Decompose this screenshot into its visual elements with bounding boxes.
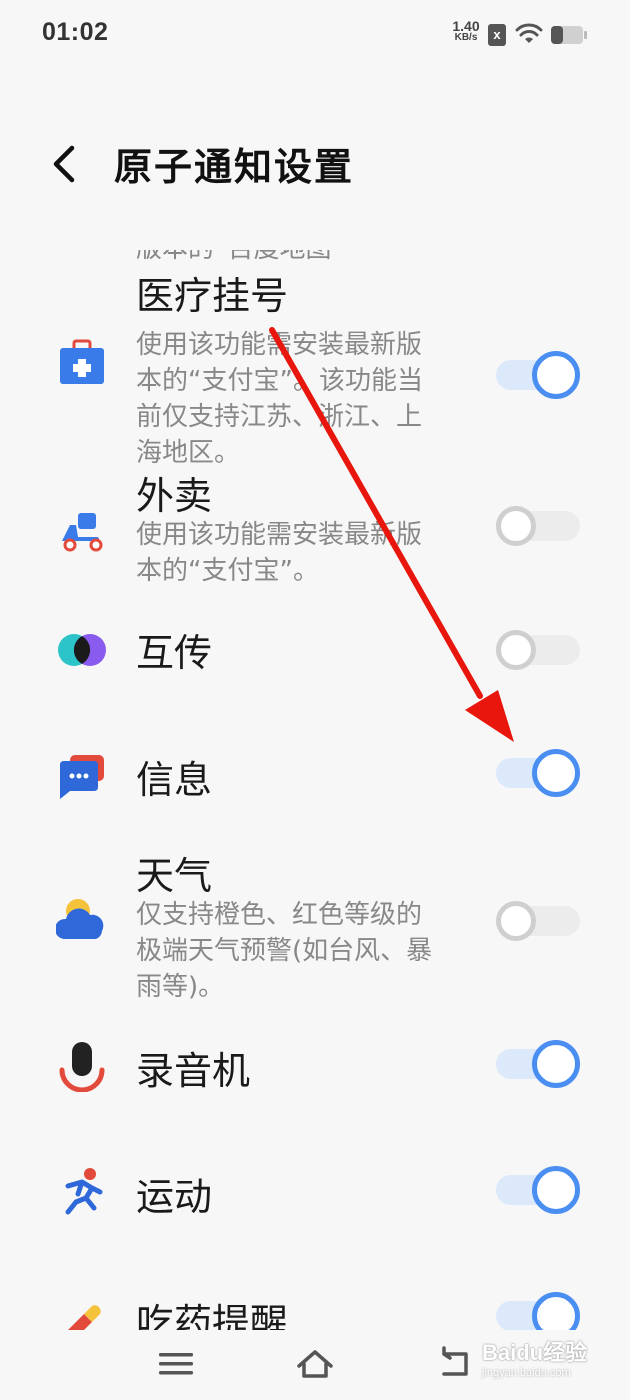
network-speed: 1.40 KB/s	[446, 18, 486, 44]
item-description: 使用该功能需安装最新版本的“支付宝”。	[136, 520, 423, 586]
list-item-weather: 天气 仅支持橙色、红色等级的极端天气预警(如台风、暴雨等)。	[0, 845, 630, 1005]
list-item-recorder: 录音机	[0, 1038, 630, 1098]
medicine-toggle[interactable]	[496, 1292, 580, 1330]
delivery-scooter-icon	[62, 513, 103, 552]
menu-icon[interactable]	[156, 1344, 196, 1384]
toggle-knob	[532, 351, 580, 399]
item-title: 录音机	[136, 1049, 251, 1093]
clipped-description: 版本的“百度地图”	[136, 250, 345, 265]
share-circles-icon	[58, 634, 106, 666]
wifi-icon	[515, 23, 543, 43]
chevron-left-icon[interactable]	[44, 142, 84, 186]
watermark-site: jingyan.baidu.com	[482, 1367, 571, 1379]
no-sim-badge: x	[493, 27, 501, 42]
list-item-share: 互传	[0, 620, 630, 680]
item-title: 运动	[136, 1175, 213, 1219]
list-item-takeout: 外卖 使用该功能需安装最新版本的“支付宝”。	[0, 465, 630, 590]
toggle-knob	[532, 1040, 580, 1088]
takeout-toggle[interactable]	[496, 502, 580, 550]
toggle-knob	[496, 630, 536, 670]
sports-toggle[interactable]	[496, 1166, 580, 1214]
item-title: 互传	[136, 631, 213, 675]
item-description: 仅支持橙色、红色等级的极端天气预警(如台风、暴雨等)。	[136, 900, 433, 1002]
list-item-messages: 信息	[0, 747, 630, 807]
toggle-knob	[496, 901, 536, 941]
toggle-knob	[532, 1166, 580, 1214]
battery-icon	[551, 26, 587, 44]
pill-icon	[68, 1305, 101, 1330]
status-bar: 01:02 1.40 KB/s x	[0, 0, 630, 70]
weather-cloud-icon	[56, 899, 104, 939]
weather-toggle[interactable]	[496, 897, 580, 945]
toggle-knob	[532, 1292, 580, 1330]
home-icon[interactable]	[295, 1344, 335, 1384]
list-item-medical: 医疗挂号 使用该功能需安装最新版本的“支付宝”。该功能当前仅支持江苏、浙江、上海…	[0, 265, 630, 468]
status-time: 01:02	[42, 18, 109, 46]
share-toggle[interactable]	[496, 626, 580, 674]
page-title: 原子通知设置	[114, 145, 355, 189]
network-speed-value: 1.40	[452, 18, 480, 34]
toggle-knob	[496, 506, 536, 546]
message-bubble-icon	[60, 755, 104, 799]
toggle-knob	[532, 749, 580, 797]
microphone-icon	[59, 1042, 105, 1092]
page-header: 原子通知设置	[0, 100, 630, 230]
messages-toggle[interactable]	[496, 749, 580, 797]
list-item-sports: 运动	[0, 1164, 630, 1224]
item-title: 天气	[136, 854, 213, 898]
item-title: 吃药提醒	[136, 1301, 289, 1330]
no-sim-icon: x	[488, 24, 506, 46]
medical-kit-icon	[60, 339, 104, 384]
medical-toggle[interactable]	[496, 351, 580, 399]
settings-list[interactable]: 版本的“百度地图” 医疗挂号 使用该功能需安装最新版本的“支付宝”。该功能当前仅…	[0, 250, 630, 1330]
list-item-medicine: 吃药提醒	[0, 1290, 630, 1330]
back-icon[interactable]	[436, 1344, 476, 1384]
item-title: 外卖	[136, 474, 213, 518]
item-title: 信息	[136, 758, 213, 802]
watermark-brand: Baidu经验	[482, 1340, 588, 1365]
item-title: 医疗挂号	[136, 274, 289, 318]
item-description: 使用该功能需安装最新版本的“支付宝”。该功能当前仅支持江苏、浙江、上海地区。	[136, 330, 423, 468]
running-person-icon	[65, 1168, 103, 1215]
baidu-watermark: Baidu经验 jingyan.baidu.com	[482, 1335, 587, 1379]
recorder-toggle[interactable]	[496, 1040, 580, 1088]
